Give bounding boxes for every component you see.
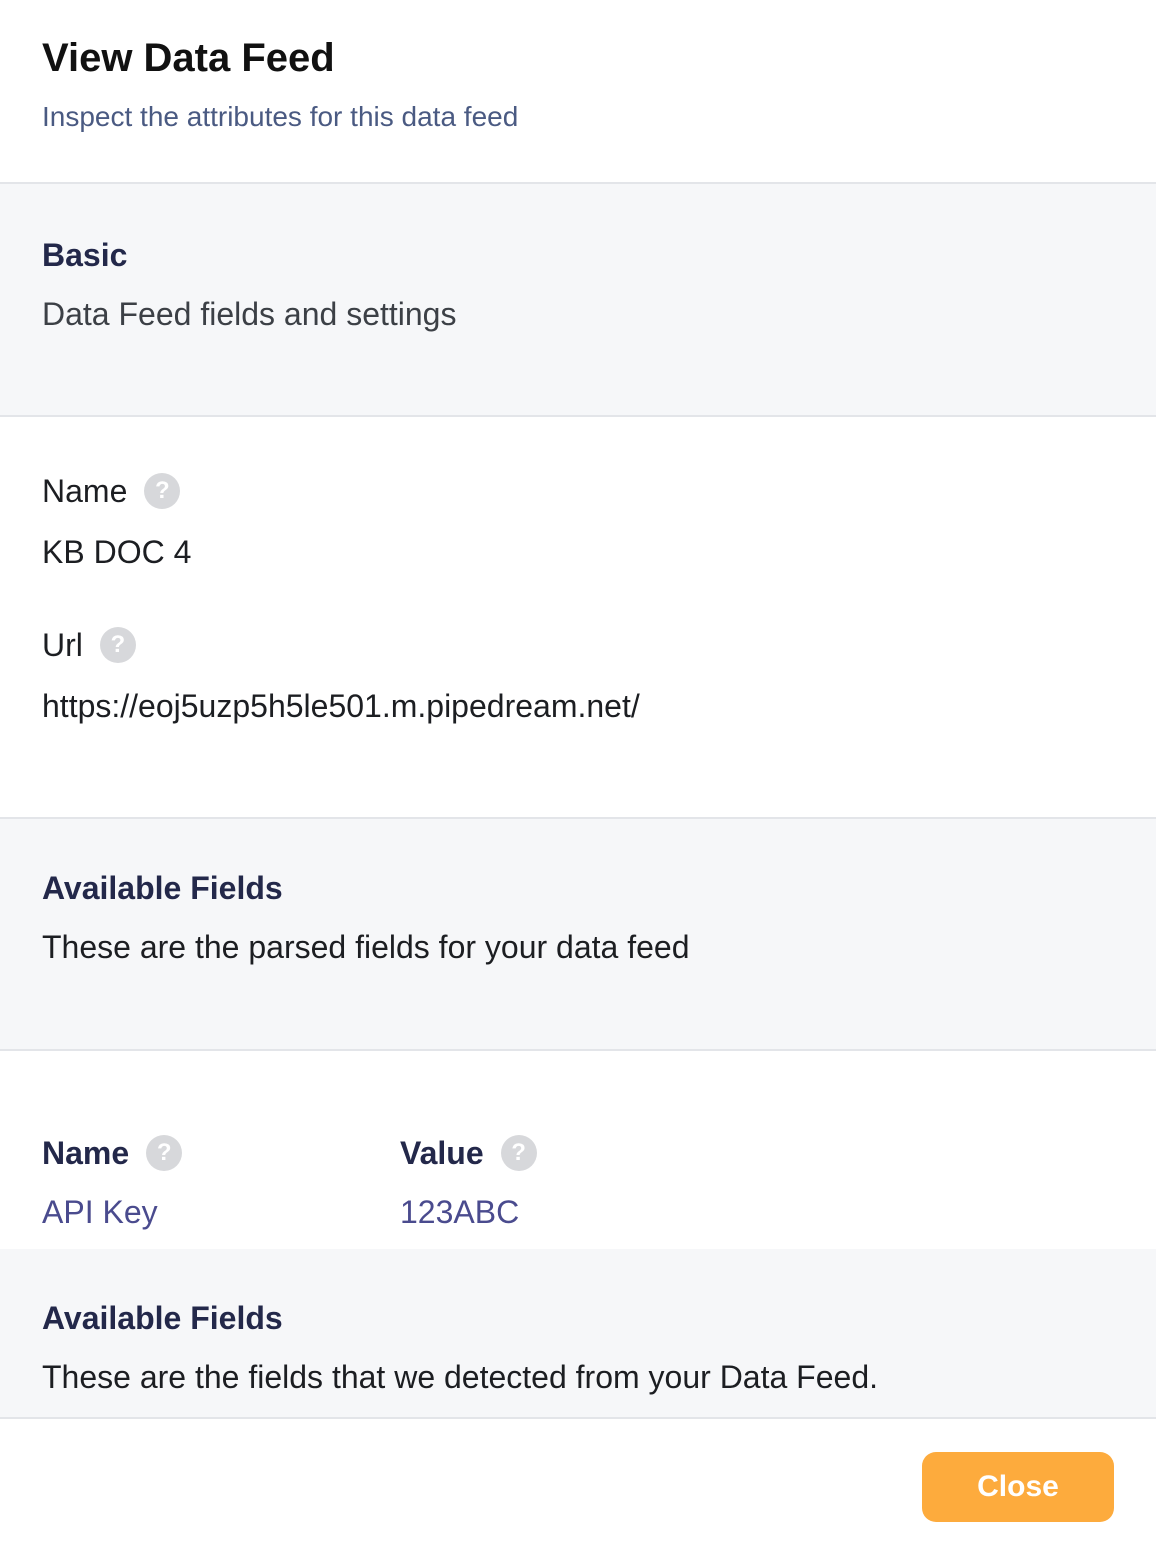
table-row-name-cell: API Key [42, 1194, 158, 1230]
basic-section-title: Basic [42, 237, 128, 273]
name-column: Name ? API Key [42, 1133, 183, 1231]
close-button[interactable]: Close [922, 1452, 1114, 1522]
name-help-icon[interactable]: ? [144, 473, 181, 509]
parsed-fields-title: Available Fields [42, 870, 283, 906]
fields-table: Name ? API Key Value ? 123ABC [0, 1051, 1156, 1249]
url-field-value: https://eoj5uzp5h5le501.m.pipedream.net/ [42, 688, 640, 724]
value-column-header: Value [400, 1135, 484, 1171]
url-field-label: Url [42, 627, 83, 663]
parsed-fields-section-header: Available Fields These are the parsed fi… [0, 819, 1156, 1051]
basic-section-description: Data Feed fields and settings [42, 296, 457, 332]
value-column: Value ? 123ABC [400, 1133, 537, 1231]
value-column-help-icon[interactable]: ? [500, 1135, 537, 1171]
modal-header: View Data Feed Inspect the attributes fo… [0, 0, 1156, 184]
detected-fields-description: These are the fields that we detected fr… [42, 1359, 878, 1395]
modal-subtitle: Inspect the attributes for this data fee… [42, 101, 519, 132]
detected-fields-title: Available Fields [42, 1300, 283, 1336]
name-column-header: Name [42, 1135, 130, 1171]
parsed-fields-description: These are the parsed fields for your dat… [42, 929, 690, 965]
name-column-help-icon[interactable]: ? [146, 1135, 183, 1171]
table-row-value-cell: 123ABC [400, 1194, 520, 1230]
name-field-value: KB DOC 4 [42, 534, 192, 570]
view-data-feed-modal: View Data Feed Inspect the attributes fo… [0, 0, 1156, 1546]
modal-footer: Close [0, 1419, 1156, 1546]
name-field: Name ? KB DOC 4 [42, 469, 1114, 571]
basic-section-header: Basic Data Feed fields and settings [0, 184, 1156, 417]
detected-fields-section-header: Available Fields These are the fields th… [0, 1249, 1156, 1419]
modal-title: View Data Feed [42, 36, 335, 80]
url-help-icon[interactable]: ? [99, 627, 136, 663]
name-field-label: Name [42, 473, 128, 509]
basic-fields: Name ? KB DOC 4 Url ? https://eoj5uzp5h5… [0, 417, 1156, 819]
url-field: Url ? https://eoj5uzp5h5le501.m.pipedrea… [42, 623, 1114, 725]
